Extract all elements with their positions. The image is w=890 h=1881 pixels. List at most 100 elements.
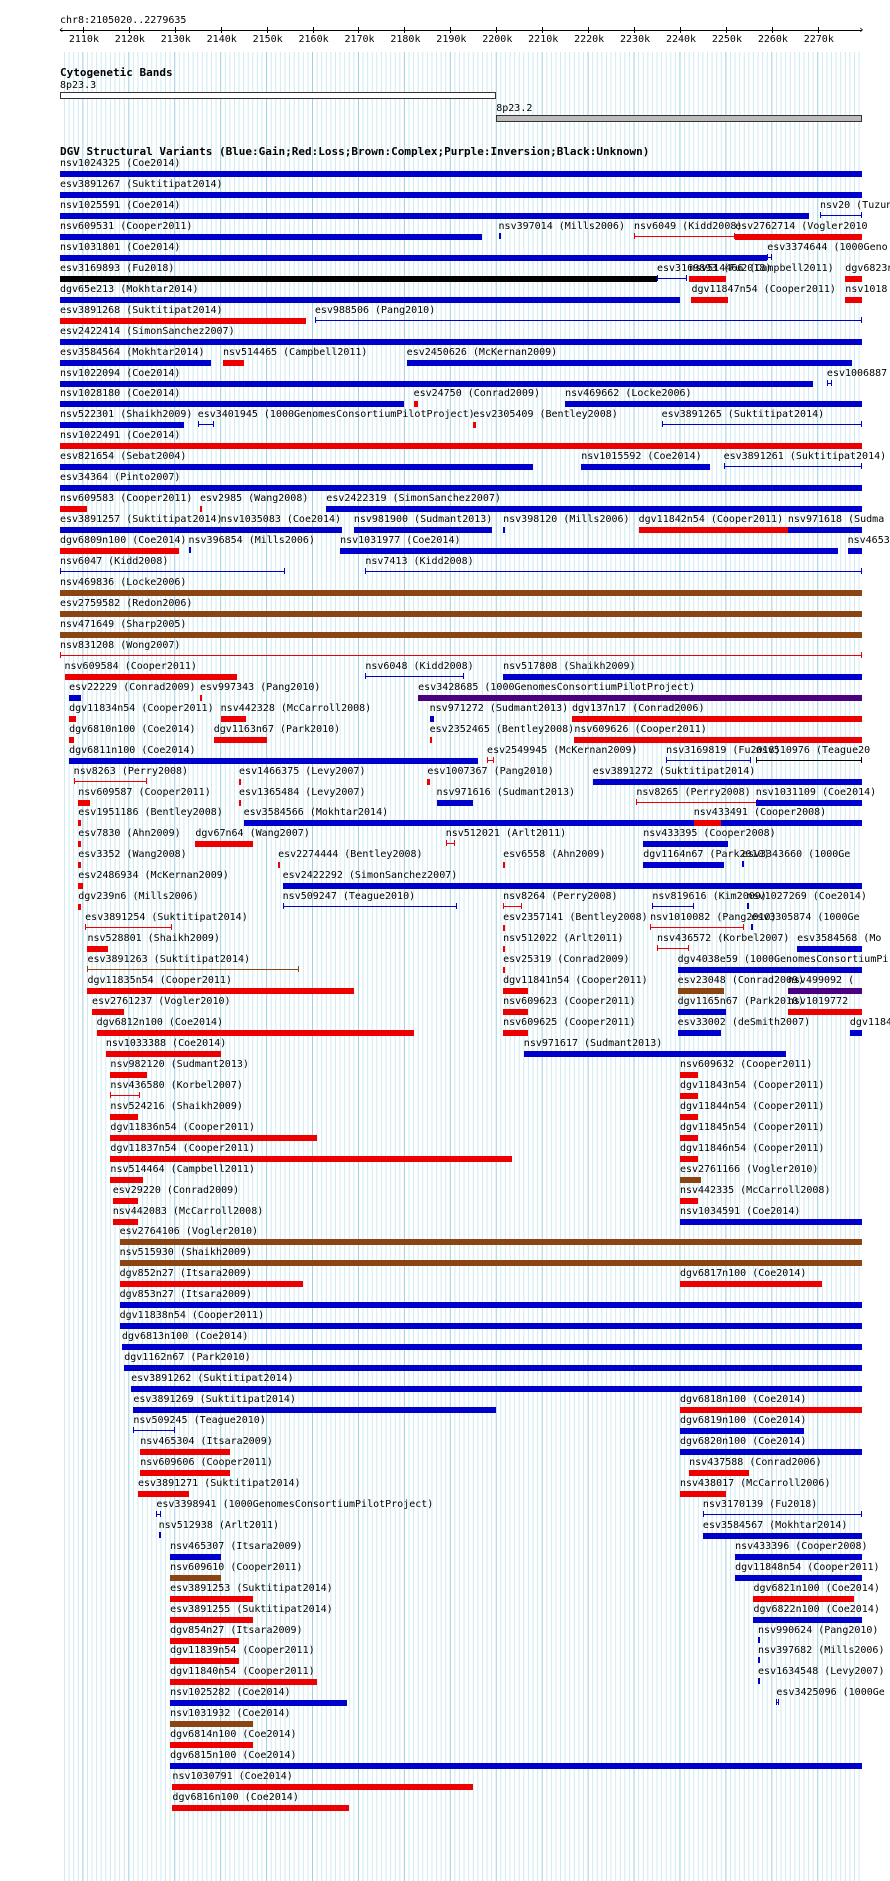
variant-feature-loss[interactable] xyxy=(96,1029,414,1036)
variant-feature-gain[interactable] xyxy=(282,883,862,890)
variant-feature-loss[interactable] xyxy=(172,1784,474,1791)
variant-feature-loss[interactable] xyxy=(679,1113,699,1120)
variant-feature-inversion[interactable] xyxy=(787,988,862,995)
variant-feature-loss[interactable] xyxy=(170,1595,253,1602)
variant-feature-gain[interactable] xyxy=(60,212,809,219)
variant-feature-loss[interactable] xyxy=(170,1679,318,1686)
variant-feature-gain[interactable] xyxy=(661,424,862,426)
variant-feature-gain[interactable] xyxy=(753,1616,862,1623)
variant-feature-loss[interactable] xyxy=(656,948,690,950)
variant-feature-complex[interactable] xyxy=(60,631,862,638)
variant-feature-loss[interactable] xyxy=(69,715,76,722)
variant-feature-loss[interactable] xyxy=(195,841,253,848)
variant-feature-gain[interactable] xyxy=(60,191,862,198)
variant-feature-loss[interactable] xyxy=(503,988,529,995)
variant-feature-complex[interactable] xyxy=(87,969,299,971)
variant-feature-gain[interactable] xyxy=(60,422,184,429)
variant-feature-gain[interactable] xyxy=(666,759,752,761)
variant-feature-gain[interactable] xyxy=(849,1029,862,1036)
variant-feature-gain[interactable] xyxy=(365,571,862,573)
variant-feature-gain[interactable] xyxy=(643,862,724,869)
variant-feature-loss[interactable] xyxy=(679,1281,823,1288)
variant-feature-loss[interactable] xyxy=(78,820,81,827)
variant-feature-loss[interactable] xyxy=(574,736,862,743)
variant-feature-loss[interactable] xyxy=(689,1469,749,1476)
variant-feature-loss[interactable] xyxy=(170,1637,240,1644)
variant-feature-loss[interactable] xyxy=(78,904,81,911)
variant-feature-gain[interactable] xyxy=(220,527,343,534)
variant-feature-gain[interactable] xyxy=(60,254,768,261)
variant-feature-loss[interactable] xyxy=(572,715,862,722)
variant-feature-loss[interactable] xyxy=(172,1805,350,1812)
variant-feature-gain[interactable] xyxy=(60,401,405,408)
variant-feature-gain[interactable] xyxy=(60,571,285,573)
variant-feature-gain[interactable] xyxy=(69,757,478,764)
variant-feature-loss[interactable] xyxy=(60,548,180,555)
variant-feature-loss[interactable] xyxy=(787,1009,862,1015)
variant-feature-loss[interactable] xyxy=(78,841,81,848)
variant-feature-loss[interactable] xyxy=(689,275,726,282)
variant-feature-loss[interactable] xyxy=(110,1134,318,1141)
variant-feature-gain[interactable] xyxy=(503,673,862,680)
variant-feature-unknown[interactable] xyxy=(755,759,862,761)
variant-feature-loss[interactable] xyxy=(503,1009,529,1015)
variant-feature-loss[interactable] xyxy=(650,927,745,929)
variant-feature-gain[interactable] xyxy=(60,485,862,492)
variant-feature-complex[interactable] xyxy=(170,1721,253,1728)
variant-feature-gain[interactable] xyxy=(406,359,853,366)
variant-feature-loss[interactable] xyxy=(679,1134,699,1141)
variant-feature-loss[interactable] xyxy=(735,233,862,240)
variant-feature-gain[interactable] xyxy=(365,675,465,677)
variant-feature-gain[interactable] xyxy=(702,1532,862,1539)
variant-feature-loss[interactable] xyxy=(60,506,88,513)
variant-feature-gain[interactable] xyxy=(679,1448,862,1455)
variant-feature-loss[interactable] xyxy=(69,736,74,743)
variant-feature-gain[interactable] xyxy=(723,466,862,468)
variant-feature-loss[interactable] xyxy=(503,925,506,932)
variant-feature-gain[interactable] xyxy=(677,1009,726,1015)
variant-feature-loss[interactable] xyxy=(87,946,109,953)
variant-feature-gain[interactable] xyxy=(60,359,212,366)
variant-feature-complex[interactable] xyxy=(119,1239,862,1246)
variant-feature-gain[interactable] xyxy=(119,1302,862,1309)
variant-feature-loss[interactable] xyxy=(239,778,242,785)
variant-feature-complex[interactable] xyxy=(119,1260,862,1267)
variant-feature-gain[interactable] xyxy=(592,778,862,785)
variant-feature-loss[interactable] xyxy=(691,296,729,303)
variant-feature-gain[interactable] xyxy=(133,1430,175,1431)
variant-feature-loss[interactable] xyxy=(679,1490,726,1497)
variant-feature-complex[interactable] xyxy=(679,1176,701,1183)
variant-feature-complex[interactable] xyxy=(677,988,724,995)
variant-feature-loss[interactable] xyxy=(78,799,90,806)
variant-feature-loss[interactable] xyxy=(105,1050,221,1057)
variant-feature-gain[interactable] xyxy=(652,906,694,908)
variant-feature-loss[interactable] xyxy=(78,862,81,869)
variant-feature-gain[interactable] xyxy=(820,214,862,216)
variant-feature-loss[interactable] xyxy=(60,654,862,656)
variant-feature-loss[interactable] xyxy=(119,1281,304,1288)
variant-feature-loss[interactable] xyxy=(503,967,506,974)
variant-feature-loss[interactable] xyxy=(199,506,203,513)
variant-feature-loss[interactable] xyxy=(679,1071,699,1078)
variant-feature-loss[interactable] xyxy=(427,778,430,785)
variant-feature-gain[interactable] xyxy=(133,1407,497,1414)
variant-feature-gain[interactable] xyxy=(503,527,506,534)
variant-feature-gain[interactable] xyxy=(677,1029,722,1036)
variant-feature-loss[interactable] xyxy=(137,1490,189,1497)
variant-feature-loss[interactable] xyxy=(636,801,759,803)
variant-feature-loss[interactable] xyxy=(503,1029,529,1036)
variant-feature-loss[interactable] xyxy=(170,1742,253,1749)
variant-feature-gain[interactable] xyxy=(69,694,81,701)
variant-feature-gain[interactable] xyxy=(131,1386,862,1393)
variant-feature-gain[interactable] xyxy=(787,527,862,534)
variant-feature-loss[interactable] xyxy=(220,715,246,722)
variant-feature-complex[interactable] xyxy=(170,1574,221,1581)
variant-feature-loss[interactable] xyxy=(679,1407,862,1414)
variant-feature-gain[interactable] xyxy=(436,799,474,806)
variant-feature-loss[interactable] xyxy=(140,1469,230,1476)
variant-feature-loss[interactable] xyxy=(473,422,476,429)
variant-feature-gain[interactable] xyxy=(60,296,680,303)
variant-feature-gain[interactable] xyxy=(702,1513,862,1515)
variant-feature-gain[interactable] xyxy=(197,424,214,426)
variant-feature-loss[interactable] xyxy=(110,1071,148,1078)
